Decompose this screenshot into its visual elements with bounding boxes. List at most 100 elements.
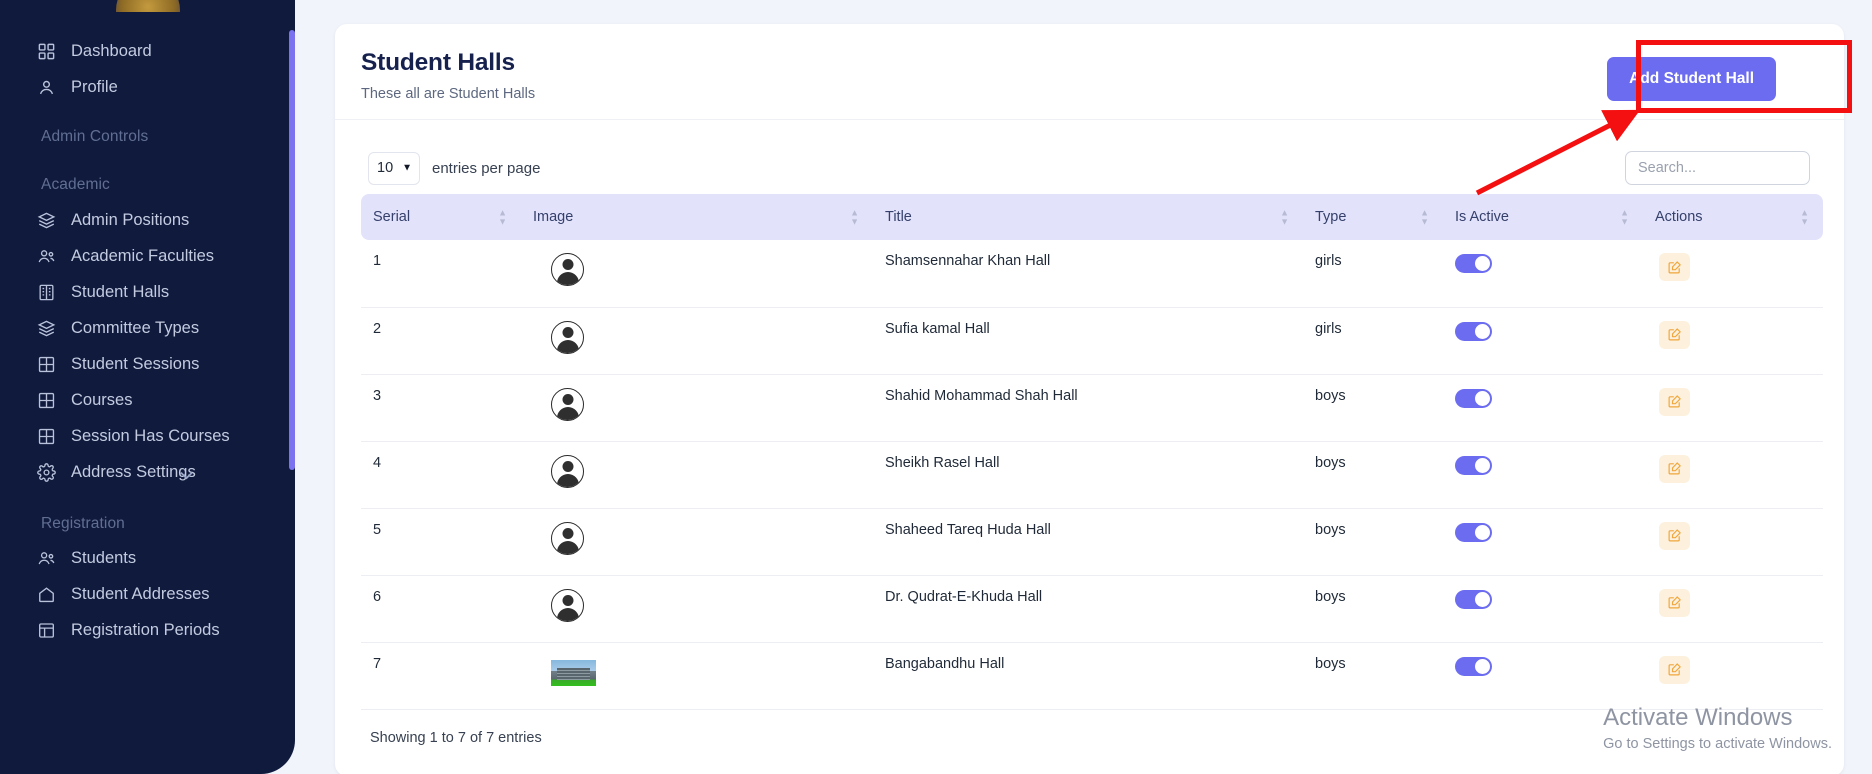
is-active-toggle[interactable] [1455, 523, 1492, 542]
cell-image [521, 240, 873, 307]
sort-icon[interactable]: ▲▼ [1280, 210, 1289, 225]
edit-button[interactable] [1659, 589, 1690, 617]
sidebar-item-label: Admin Positions [71, 211, 189, 230]
sidebar-item-student-sessions[interactable]: Student Sessions [0, 347, 258, 381]
cell-is-active [1443, 307, 1643, 374]
cell-type: boys [1303, 642, 1443, 709]
cell-is-active [1443, 642, 1643, 709]
sidebar-item-profile[interactable]: Profile [0, 70, 258, 104]
sort-icon[interactable]: ▲▼ [850, 210, 859, 225]
edit-pencil-icon [1667, 528, 1682, 543]
sidebar-item-label: Student Sessions [71, 355, 199, 374]
cell-type: boys [1303, 508, 1443, 575]
search-input[interactable] [1625, 151, 1810, 185]
sidebar-item-academic-faculties[interactable]: Academic Faculties [0, 239, 258, 273]
page-length-selectbox[interactable]: 10 ▼ [368, 152, 420, 185]
avatar-placeholder [551, 253, 584, 286]
col-header-image[interactable]: Image ▲▼ [521, 194, 873, 240]
cell-title: Dr. Qudrat-E-Khuda Hall [873, 575, 1303, 642]
col-header-is-active[interactable]: Is Active ▲▼ [1443, 194, 1643, 240]
sidebar-item-label: Profile [71, 78, 118, 97]
sidebar-item-label: Dashboard [71, 42, 152, 61]
cell-title: Sheikh Rasel Hall [873, 441, 1303, 508]
avatar-placeholder [551, 455, 584, 488]
sort-icon[interactable]: ▲▼ [1800, 210, 1809, 225]
col-header-actions[interactable]: Actions ▲▼ [1643, 194, 1823, 240]
page-length-group: 10 ▼ entries per page [368, 152, 540, 185]
edit-button[interactable] [1659, 656, 1690, 684]
cell-title: Shaheed Tareq Huda Hall [873, 508, 1303, 575]
cell-image [521, 441, 873, 508]
cell-serial: 2 [361, 307, 521, 374]
sidebar-item-label: Student Addresses [71, 585, 210, 604]
sidebar-item-registration-periods[interactable]: Registration Periods [0, 613, 258, 647]
col-header-title[interactable]: Title ▲▼ [873, 194, 1303, 240]
cell-image [521, 642, 873, 709]
is-active-toggle[interactable] [1455, 456, 1492, 475]
edit-button[interactable] [1659, 388, 1690, 416]
cell-actions [1643, 307, 1823, 374]
cell-type: girls [1303, 307, 1443, 374]
sort-icon[interactable]: ▲▼ [498, 210, 507, 225]
edit-button[interactable] [1659, 455, 1690, 483]
cell-actions [1643, 642, 1823, 709]
header-text-group: Student Halls These all are Student Hall… [361, 48, 535, 102]
edit-pencil-icon [1667, 461, 1682, 476]
gear-icon [36, 462, 56, 482]
page-length-select[interactable]: 10 [368, 152, 420, 185]
col-header-type[interactable]: Type ▲▼ [1303, 194, 1443, 240]
user-icon [36, 77, 56, 97]
sidebar-item-label: Academic Faculties [71, 247, 214, 266]
serial-value: 3 [373, 388, 381, 404]
sidebar-item-students[interactable]: Students [0, 541, 258, 575]
cell-actions [1643, 508, 1823, 575]
edit-pencil-icon [1667, 260, 1682, 275]
is-active-toggle[interactable] [1455, 657, 1492, 676]
entries-per-page-label: entries per page [432, 160, 540, 177]
sort-icon[interactable]: ▲▼ [1420, 210, 1429, 225]
title-value: Sheikh Rasel Hall [885, 455, 999, 471]
sidebar-item-student-addresses[interactable]: Student Addresses [0, 577, 258, 611]
sidebar-scroll-area[interactable]: Dashboard Profile Admin Controls Academi… [0, 0, 295, 774]
col-header-serial[interactable]: Serial ▲▼ [361, 194, 521, 240]
serial-value: 5 [373, 522, 381, 538]
sidebar-item-admin-positions[interactable]: Admin Positions [0, 203, 258, 237]
cell-title: Bangabandhu Hall [873, 642, 1303, 709]
is-active-toggle[interactable] [1455, 254, 1492, 273]
cell-is-active [1443, 240, 1643, 307]
app-root: Dashboard Profile Admin Controls Academi… [0, 0, 1872, 774]
type-value: boys [1315, 522, 1346, 538]
cell-actions [1643, 240, 1823, 307]
serial-value: 6 [373, 589, 381, 605]
avatar-placeholder [551, 321, 584, 354]
cell-actions [1643, 575, 1823, 642]
edit-button[interactable] [1659, 253, 1690, 281]
is-active-toggle[interactable] [1455, 322, 1492, 341]
sort-icon[interactable]: ▲▼ [1620, 210, 1629, 225]
type-value: girls [1315, 321, 1342, 337]
is-active-toggle[interactable] [1455, 389, 1492, 408]
cell-is-active [1443, 441, 1643, 508]
is-active-toggle[interactable] [1455, 590, 1492, 609]
chevron-down-icon[interactable] [177, 466, 190, 479]
avatar-placeholder [551, 522, 584, 555]
title-value: Dr. Qudrat-E-Khuda Hall [885, 589, 1042, 605]
main-content: Student Halls These all are Student Hall… [295, 0, 1872, 774]
edit-button[interactable] [1659, 522, 1690, 550]
sidebar-item-student-halls[interactable]: Student Halls [0, 275, 258, 309]
cell-serial: 7 [361, 642, 521, 709]
sidebar-item-dashboard[interactable]: Dashboard [0, 34, 258, 68]
sidebar-item-session-has-courses[interactable]: Session Has Courses [0, 419, 258, 453]
edit-button[interactable] [1659, 321, 1690, 349]
type-value: boys [1315, 656, 1346, 672]
sidebar-item-courses[interactable]: Courses [0, 383, 258, 417]
sidebar-item-committee-types[interactable]: Committee Types [0, 311, 258, 345]
col-header-label: Type [1315, 209, 1346, 225]
page-title: Student Halls [361, 48, 535, 77]
sidebar-item-address-settings[interactable]: Address Settings [0, 455, 258, 489]
table-row: 1Shamsennahar Khan Hallgirls [361, 240, 1823, 307]
student-halls-card: Student Halls These all are Student Hall… [335, 24, 1844, 774]
type-value: girls [1315, 253, 1342, 269]
sidebar-item-label: Courses [71, 391, 132, 410]
type-value: boys [1315, 388, 1346, 404]
